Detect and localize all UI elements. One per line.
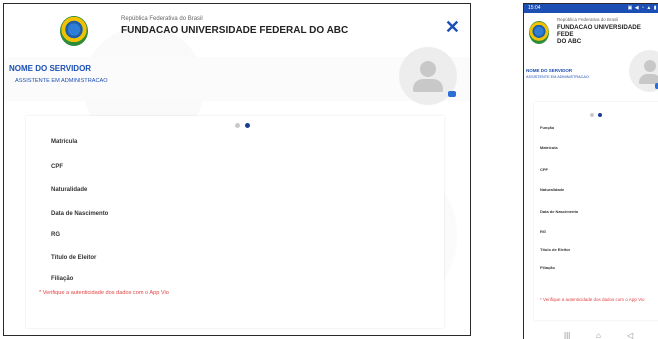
field-label: CPF — [540, 167, 548, 172]
mobile-id-card: 15:04 ▣ ◀ ◔ ▲ ▮ República Federativa do … — [523, 3, 658, 339]
servidor-role: ASSISTENTE EM ADMINISTRACAO — [526, 75, 589, 79]
field-label: Naturalidade — [540, 187, 565, 192]
avatar-head — [644, 60, 656, 72]
status-time: 15:04 — [528, 5, 541, 11]
field-label: CPF — [51, 164, 63, 170]
back-icon[interactable]: ◁ — [627, 331, 633, 339]
brazil-coat-of-arms-icon — [529, 21, 549, 44]
field-label: Matrícula — [540, 145, 558, 150]
gov-line: República Federativa do Brasil — [121, 16, 203, 22]
institution-name: FUNDACAO UNIVERSIDADE FEDERAL DO ABC — [121, 25, 349, 36]
desktop-id-card: República Federativa do Brasil FUNDACAO … — [3, 3, 471, 336]
field-label: Título de Eleitor — [51, 255, 97, 261]
person-avatar-icon[interactable] — [629, 50, 658, 92]
field-label: Filiação — [51, 276, 74, 282]
app-screenshot: República Federativa do Brasil FUNDACAO … — [0, 0, 658, 339]
carousel-dots — [235, 123, 250, 128]
field-label: Data de Nascimento — [51, 211, 109, 217]
home-icon[interactable]: ⌂ — [596, 331, 601, 339]
carousel-dot-active[interactable] — [245, 123, 250, 128]
carousel-dot[interactable] — [590, 113, 594, 117]
avatar-body — [413, 79, 443, 92]
field-label: RG — [540, 229, 546, 234]
brazil-coat-of-arms-icon — [60, 16, 88, 46]
field-label: Título de Eleitor — [540, 247, 571, 252]
camera-icon[interactable] — [448, 91, 456, 97]
servidor-role: ASSISTENTE EM ADMINISTRACAO — [15, 78, 108, 84]
info-panel — [26, 116, 444, 328]
gov-line: República Federativa do Brasil — [557, 17, 619, 22]
field-label: Data de Nascimento — [540, 209, 579, 214]
servidor-name: NOME DO SERVIDOR — [526, 68, 573, 73]
close-icon[interactable]: ✕ — [445, 18, 460, 36]
institution-name: FUNDACAO UNIVERSIDADE FEDE DO ABC — [557, 24, 641, 45]
android-nav-bar: ||| ⌂ ◁ — [524, 329, 658, 339]
status-bar: 15:04 ▣ ◀ ◔ ▲ ▮ — [524, 4, 658, 13]
authenticity-note: * Verifique a autenticidade dos dados co… — [540, 297, 645, 302]
carousel-dot[interactable] — [235, 123, 240, 128]
field-label: Função — [540, 125, 555, 130]
carousel-dot-active[interactable] — [598, 113, 602, 117]
carousel-dots — [590, 113, 602, 117]
avatar-head — [420, 61, 436, 77]
recent-apps-icon[interactable]: ||| — [564, 331, 570, 339]
status-icons: ▣ ◀ ◔ ▲ ▮ — [627, 5, 657, 11]
field-label: Naturalidade — [51, 187, 88, 193]
field-label: Matrícula — [51, 139, 78, 145]
field-label: RG — [51, 232, 60, 238]
field-label: Filiação — [540, 265, 555, 270]
servidor-name: NOME DO SERVIDOR — [9, 64, 92, 73]
authenticity-note: * Verifique a autenticidade dos dados co… — [39, 290, 169, 296]
